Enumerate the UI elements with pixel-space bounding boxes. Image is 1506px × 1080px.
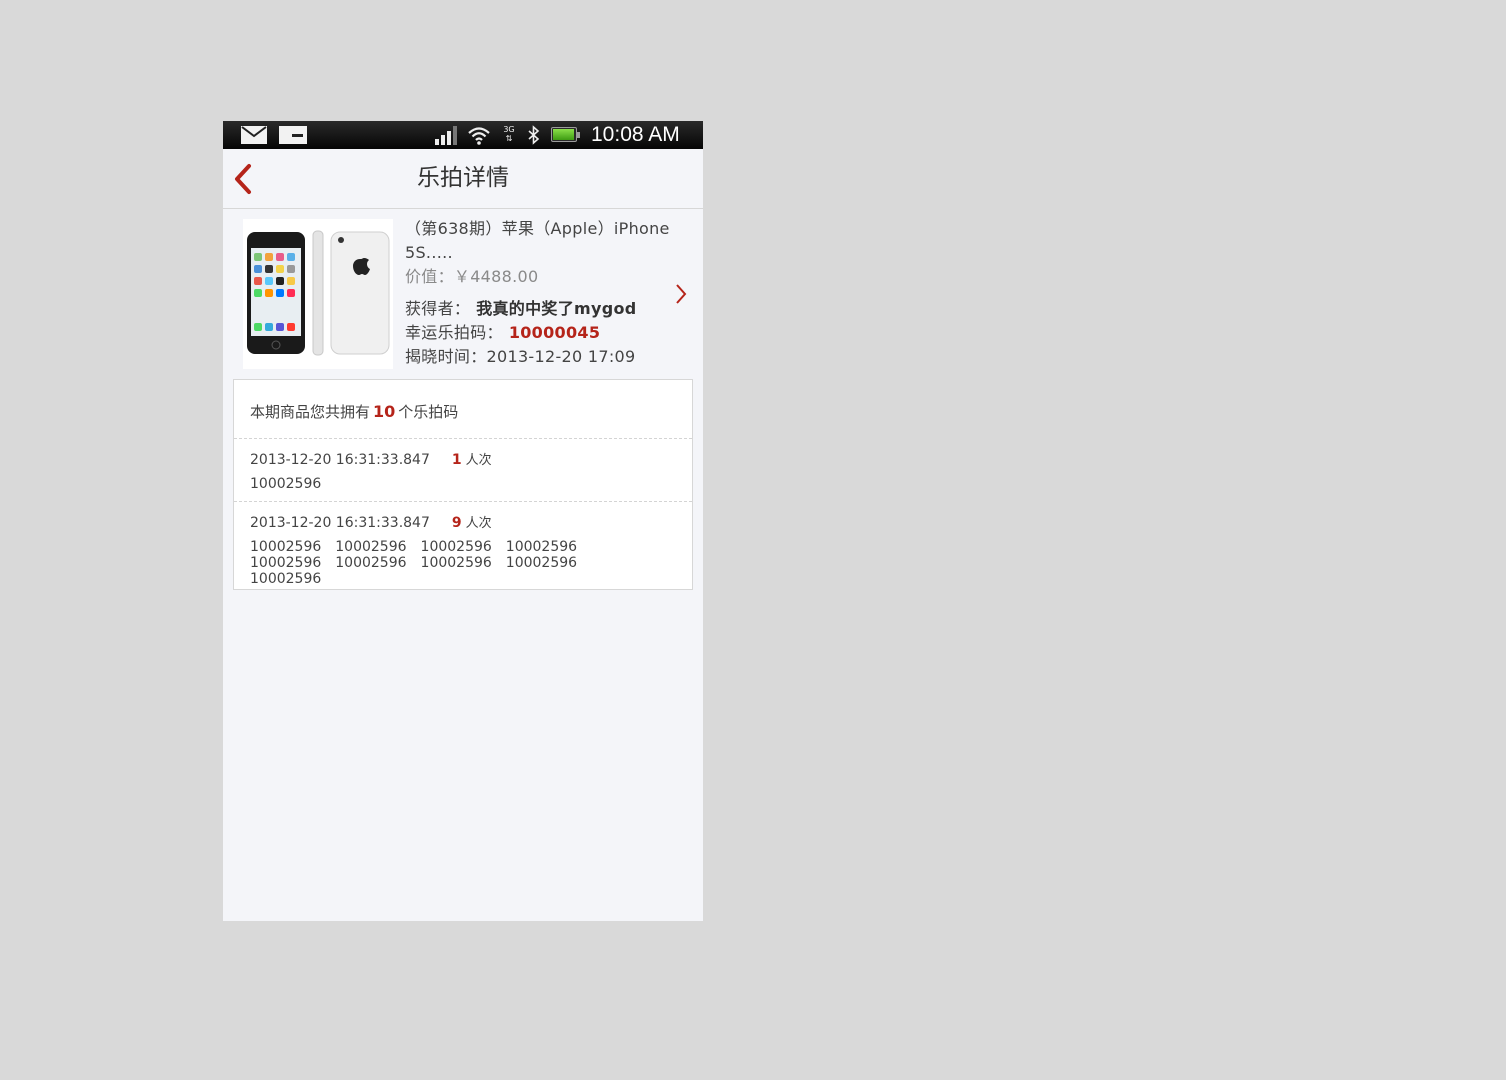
lucky-code-label: 幸运乐拍码： [405,323,503,342]
code-item: 10002596 [335,539,407,555]
3g-icon: 3G ⇅ [503,125,515,143]
battery-icon [551,127,580,142]
code-item: 10002596 [505,555,578,571]
product-summary[interactable]: （第638期）苹果（Apple）iPhone 5S..... 价值：￥4488.… [223,209,703,379]
record-count: 9 [451,515,462,531]
record-header: 2013-12-20 16:31:33.847 1 人次 [250,451,676,470]
code-item: 10002596 [250,571,322,587]
code-item: 10002596 [335,555,407,571]
record-time: 2013-12-20 16:31:33.847 [250,452,430,468]
reveal-time-value: 2013-12-20 17:09 [486,347,636,366]
product-info: （第638期）苹果（Apple）iPhone 5S..... 价值：￥4488.… [405,217,685,369]
price-value: ￥4488.00 [453,267,539,286]
record-unit: 人次 [465,516,492,531]
signal-icon [434,125,458,145]
chevron-left-icon [235,164,251,194]
battery-level [553,129,574,140]
code-item: 10002596 [505,539,578,555]
code-item: 10002596 [250,539,322,555]
lucky-code-value: 10000045 [508,323,601,342]
wifi-icon [467,125,491,145]
status-bar: 3G ⇅ 10:08 AM [223,121,703,149]
codes-count: 10 [373,402,396,421]
back-button[interactable] [231,161,257,197]
code-item: 10002596 [420,539,492,555]
record-count: 1 [451,452,462,468]
winner-name: 我真的中奖了mygod [476,299,637,318]
product-title: （第638期）苹果（Apple）iPhone 5S..... [405,219,670,262]
chevron-right-icon[interactable] [675,283,687,305]
page-title: 乐拍详情 [417,165,509,191]
codes-card: 本期商品您共拥有 10 个乐拍码 2013-12-20 16:31:33.847 1 人… [233,379,693,590]
record-codes: 10002596 10002596 10002596 1000259610002596… [250,539,676,587]
bluetooth-icon [527,125,541,145]
winner-label: 获得者： [405,299,471,318]
status-time: 10:08 AM [591,123,680,146]
code-item: 10002596 [250,476,322,492]
record-codes: 10002596 [250,476,676,492]
list-item: 2013-12-20 16:31:33.847 9 人次 10002596 10002… [234,502,692,590]
network-label: 3G [503,125,515,134]
code-item: 10002596 [420,555,492,571]
record-unit: 人次 [465,453,492,468]
header: 乐拍详情 [223,149,703,209]
phone-screen: 3G ⇅ 10:08 AM 乐拍详情 （第638期）苹果（Apple）iPhon… [223,121,703,921]
price-row: 价值：￥4488.00 [405,265,685,289]
codes-summary: 本期商品您共拥有 10 个乐拍码 [234,380,692,439]
product-image [243,219,393,369]
codes-summary-suffix: 个乐拍码 [398,403,459,421]
reveal-time-label: 揭晓时间： [405,347,487,366]
list-item: 2013-12-20 16:31:33.847 1 人次 10002596 [234,439,692,502]
code-item: 10002596 [250,555,322,571]
mail-icon [241,126,267,144]
price-label: 价值： [405,267,454,286]
lucky-code-row: 幸运乐拍码： 10000045 [405,321,685,345]
record-time: 2013-12-20 16:31:33.847 [250,515,430,531]
message-icon [279,126,307,144]
reveal-time-row: 揭晓时间：2013-12-20 17:09 [405,345,685,369]
codes-summary-prefix: 本期商品您共拥有 [250,403,371,421]
winner-row: 获得者： 我真的中奖了mygod [405,297,685,321]
record-header: 2013-12-20 16:31:33.847 9 人次 [250,514,676,533]
